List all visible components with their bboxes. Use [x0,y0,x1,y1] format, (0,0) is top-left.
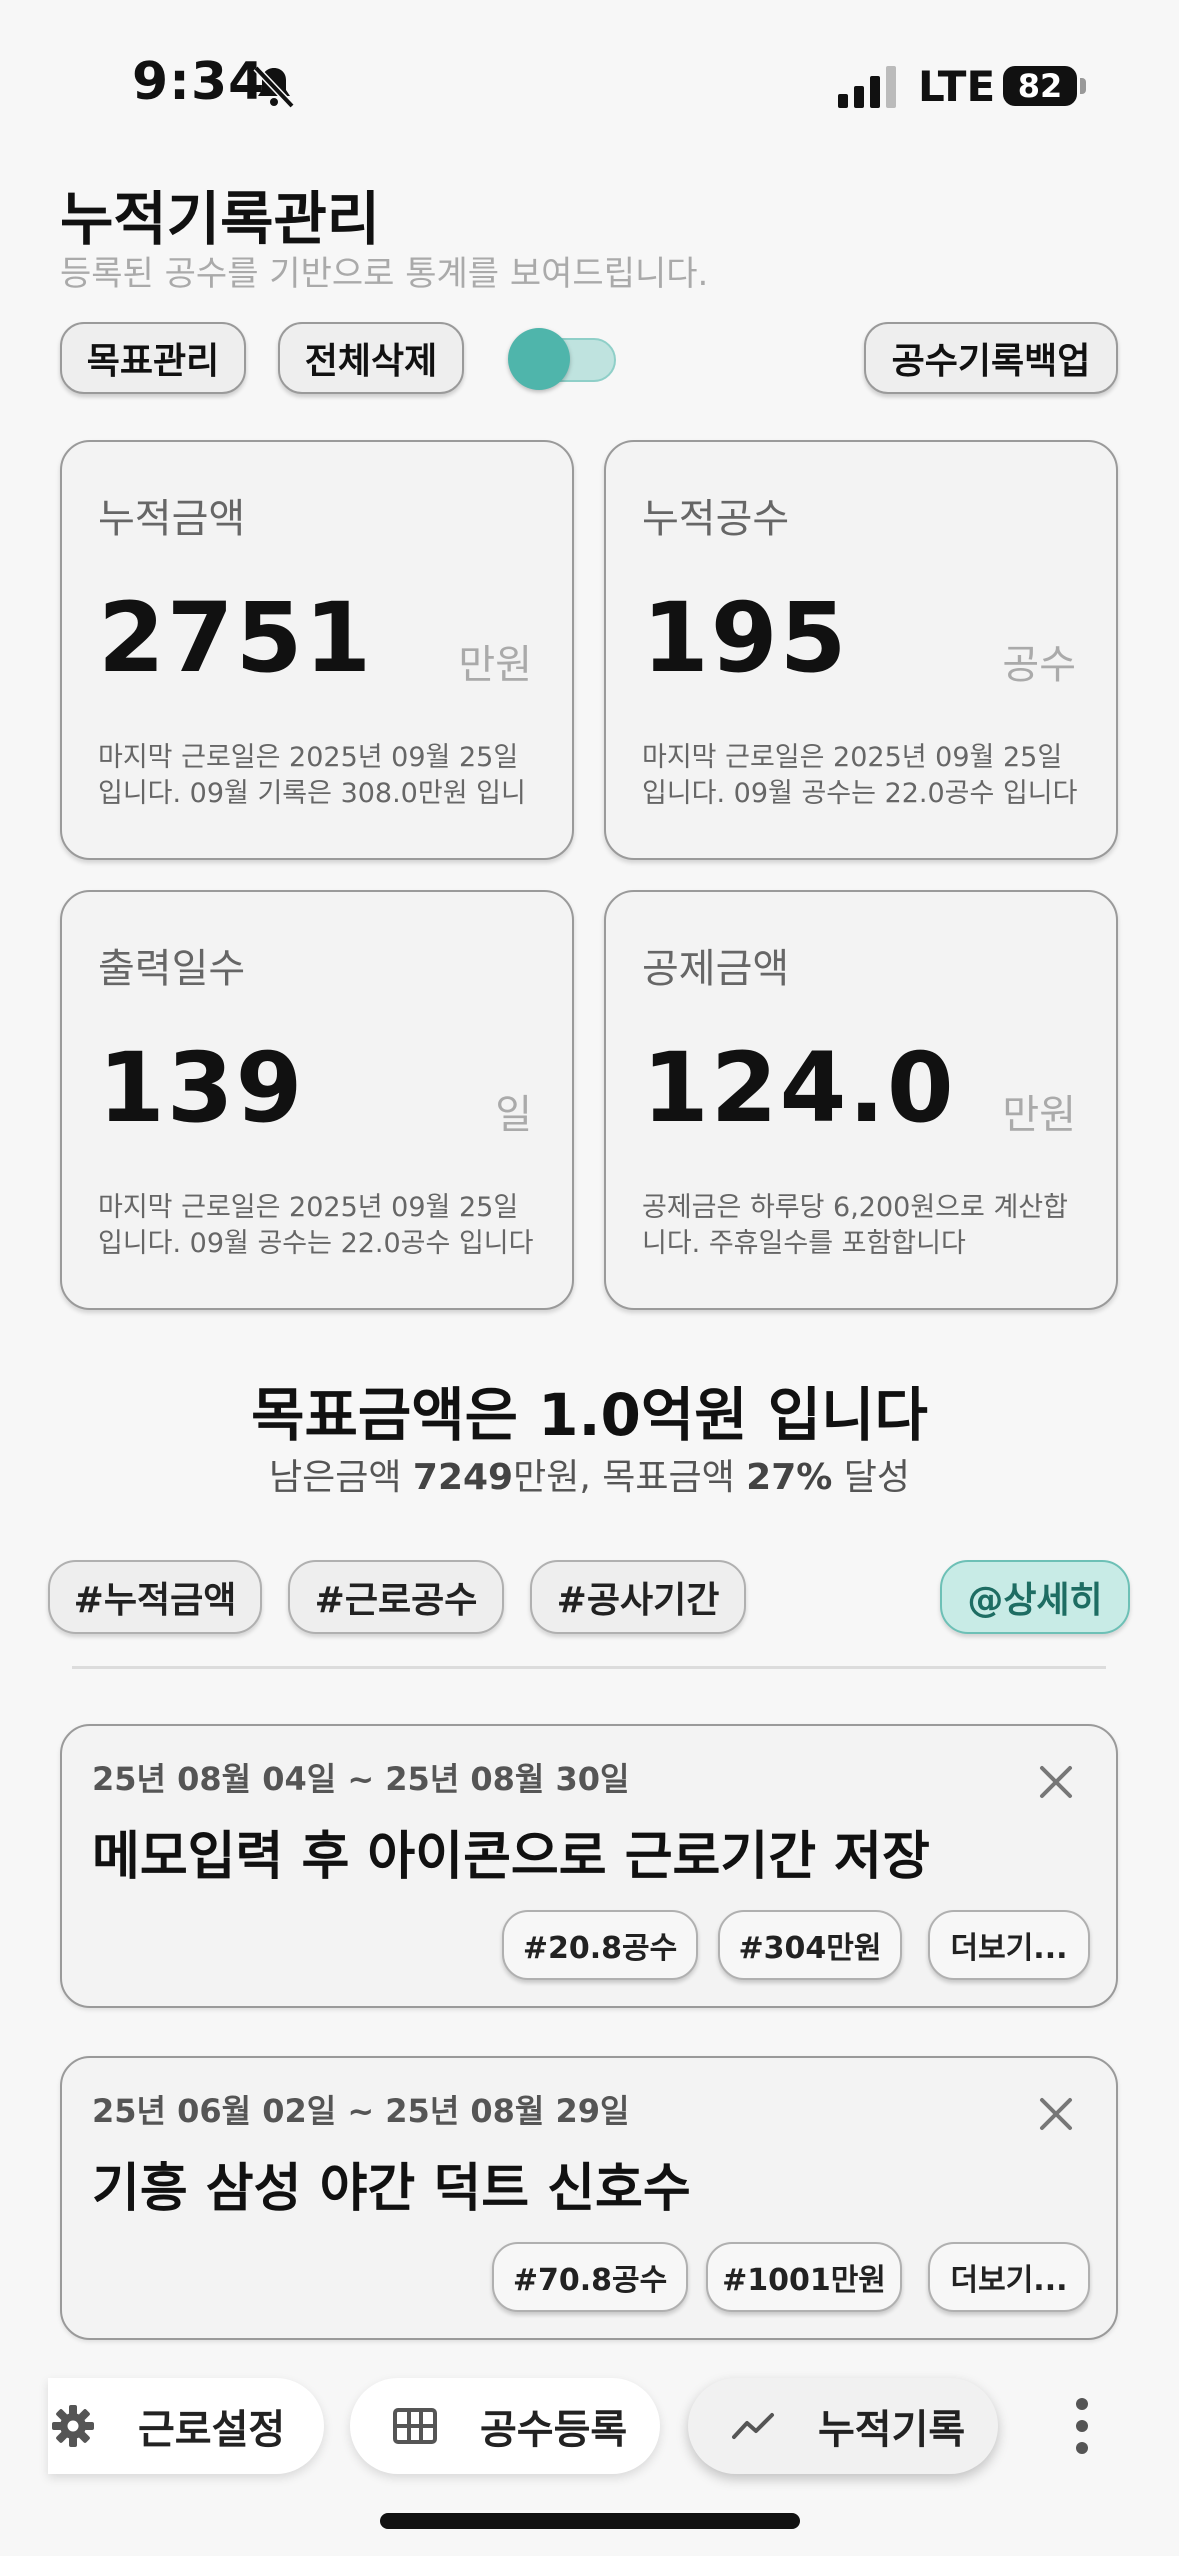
record-date: 25년 06월 02일 ~ 25년 08월 29일 [92,2092,630,2130]
status-time: 9:34 [132,52,266,112]
nav-work-settings[interactable]: 근로설정 [48,2378,324,2474]
stat-label: 출력일수 [98,946,246,992]
nav-labor-register[interactable]: 공수등록 [350,2378,660,2474]
nav-cumulative-records[interactable]: 누적기록 [688,2378,998,2474]
record-labor-chip[interactable]: #20.8공수 [502,1910,698,1980]
delete-all-button[interactable]: 전체삭제 [278,322,464,394]
record-title: 기흥 삼성 야간 덕트 신호수 [92,2159,691,2219]
record-amount-chip[interactable]: #1001만원 [706,2242,902,2312]
close-icon[interactable] [1036,2094,1076,2134]
goal-amount: 1.0 [538,1381,641,1449]
stat-label: 누적공수 [642,496,790,542]
signal-icon [838,66,896,108]
record-more-button[interactable]: 더보기... [928,2242,1090,2312]
backup-button[interactable]: 공수기록백업 [864,322,1118,394]
goal-percent: 27% [746,1457,833,1498]
gear-icon [52,2405,94,2447]
grid-icon [393,2408,437,2444]
stat-unit: 만원 [1002,1092,1076,1138]
home-indicator [380,2513,800,2529]
record-amount-chip[interactable]: #304만원 [718,1910,902,1980]
record-date: 25년 08월 04일 ~ 25년 08월 30일 [92,1760,630,1798]
tag-total-amount[interactable]: #누적금액 [48,1560,262,1634]
bell-slash-icon [253,65,295,109]
battery-icon: 82 [1003,66,1077,106]
goal-manage-button[interactable]: 목표관리 [60,322,246,394]
battery-tip [1080,78,1086,94]
page-subtitle: 등록된 공수를 기반으로 통계를 보여드립니다. [60,254,709,294]
status-bar: 9:34 LTE 82 [0,0,1179,170]
percent-suffix: 달성 [832,1457,911,1498]
tag-detail[interactable]: @상세히 [940,1560,1130,1634]
stat-note: 마지막 근로일은 2025년 09월 25일 입니다. 09월 공수는 22.0… [642,742,1078,809]
record-card[interactable]: 25년 06월 02일 ~ 25년 08월 29일 기흥 삼성 야간 덕트 신호… [60,2056,1118,2340]
tag-period[interactable]: #공사기간 [530,1560,746,1634]
network-type: LTE [918,62,996,111]
goal-progress: 남은금액 7249만원, 목표금액 27% 달성 [0,1448,1179,1500]
nav-label: 근로설정 [138,2407,286,2453]
record-labor-chip[interactable]: #70.8공수 [492,2242,688,2312]
remaining-amount: 7249 [412,1457,514,1498]
remaining-prefix: 남은금액 [268,1457,413,1498]
stat-unit: 공수 [1002,642,1076,688]
nav-label: 공수등록 [480,2407,628,2453]
stat-card-deduction: 공제금액 124.0 만원 공제금은 하루당 6,200원으로 계산합니다. 주… [604,890,1118,1310]
goal-title-prefix: 목표금액은 [251,1381,539,1449]
stat-note: 마지막 근로일은 2025년 09월 25일 입니다. 09월 공수는 22.0… [98,1192,534,1259]
nav-label: 누적기록 [818,2407,966,2453]
stat-card-total-labor: 누적공수 195 공수 마지막 근로일은 2025년 09월 25일 입니다. … [604,440,1118,860]
stat-unit: 일 [495,1092,532,1138]
record-card[interactable]: 25년 08월 04일 ~ 25년 08월 30일 메모입력 후 아이콘으로 근… [60,1724,1118,2008]
remaining-suffix: 만원, 목표금액 [513,1457,747,1498]
stat-value: 2751 [98,582,374,694]
stat-label: 공제금액 [642,946,790,992]
toggle-knob[interactable] [508,328,570,390]
close-icon[interactable] [1036,1762,1076,1802]
record-more-button[interactable]: 더보기... [928,1910,1090,1980]
stat-card-work-days: 출력일수 139 일 마지막 근로일은 2025년 09월 25일 입니다. 0… [60,890,574,1310]
divider [72,1666,1106,1669]
stat-note: 공제금은 하루당 6,200원으로 계산합니다. 주휴일수를 포함합니다 [642,1192,1068,1259]
stat-value: 139 [98,1032,305,1144]
stat-card-total-amount: 누적금액 2751 만원 마지막 근로일은 2025년 09월 25일 입니다.… [60,440,574,860]
goal-title: 목표금액은 1.0억원 입니다 [0,1368,1179,1452]
stat-label: 누적금액 [98,496,246,542]
goal-title-suffix: 억원 입니다 [640,1381,928,1449]
more-vertical-icon[interactable] [1070,2394,1094,2458]
stat-note: 마지막 근로일은 2025년 09월 25일 입니다. 09월 기록은 308.… [98,742,526,809]
stat-unit: 만원 [458,642,532,688]
tag-labor[interactable]: #근로공수 [288,1560,504,1634]
trend-icon [732,2413,774,2439]
record-title: 메모입력 후 아이콘으로 근로기간 저장 [92,1827,930,1887]
stat-value: 124.0 [642,1032,956,1144]
stat-value: 195 [642,582,849,694]
page-title: 누적기록관리 [60,185,381,253]
